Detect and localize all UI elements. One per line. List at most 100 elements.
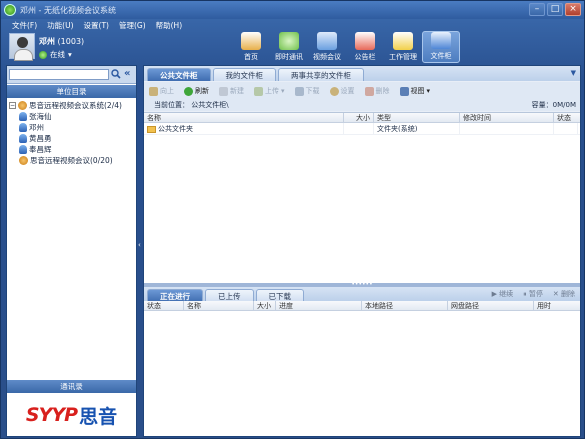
user-panel: 邓州 (1003) 在线 ▾ (9, 33, 149, 63)
col-mtime[interactable]: 修改时间 (460, 113, 554, 122)
user-icon (19, 145, 27, 154)
user-icon (19, 134, 27, 143)
col-tsize[interactable]: 大小 (254, 301, 276, 310)
tree-node-person[interactable]: 奉昌辉 (9, 144, 135, 155)
nav-home[interactable]: 首页 (232, 31, 270, 63)
top-nav: 首页 即时通讯 视频会议 公告栏 工作管理 文件柜 (232, 31, 460, 63)
nav-work-management[interactable]: 工作管理 (384, 31, 422, 63)
download-button[interactable]: 下载 (294, 86, 320, 96)
col-name[interactable]: 名称 (144, 113, 344, 122)
file-cabinet-panel: 公共文件柜 我的文件柜 两事共享的文件柜 ▼ 向上 刷新 新建 上传 ▾ 下载 … (143, 65, 581, 437)
tree-node-org[interactable]: − 思音远程视频会议系统(2/4) (9, 100, 135, 111)
cabinet-tabs: 公共文件柜 我的文件柜 两事共享的文件柜 ▼ (144, 66, 580, 81)
gear-icon (329, 86, 339, 96)
delete-icon (364, 86, 374, 96)
menu-settings[interactable]: 设置(T) (84, 20, 109, 31)
col-progress[interactable]: 进度 (276, 301, 362, 310)
resume-button[interactable]: ▶ 继续 (492, 289, 514, 299)
minimize-button[interactable]: – (529, 3, 545, 16)
chat-icon (279, 32, 299, 50)
collapse-icon[interactable]: « (124, 68, 130, 79)
delete-transfer-button[interactable]: ✕ 删除 (553, 289, 575, 299)
capacity-label: 容量：0M/0M (531, 101, 576, 109)
pause-button[interactable]: ⏸ 暂停 (523, 289, 543, 299)
work-icon (393, 32, 413, 50)
org-icon (18, 101, 27, 110)
current-path: 公共文件柜\ (191, 101, 229, 109)
tab-my-cabinet[interactable]: 我的文件柜 (212, 68, 276, 81)
tree-node-person[interactable]: 邓州 (9, 122, 135, 133)
maximize-button[interactable]: □ (547, 3, 563, 16)
up-button[interactable]: 向上 (149, 86, 174, 96)
upload-button[interactable]: 上传 ▾ (254, 86, 285, 96)
org-icon (19, 156, 28, 165)
view-button[interactable]: 视图 ▾ (399, 86, 430, 96)
window-title: 邓州 - 无纸化视频会议系统 (20, 5, 116, 15)
nav-bulletin[interactable]: 公告栏 (346, 31, 384, 63)
file-toolbar: 向上 刷新 新建 上传 ▾ 下载 设置 删除 视图 ▾ (144, 82, 580, 100)
view-grid-icon (399, 86, 409, 96)
brand-logo: SYYP 思音 (25, 404, 118, 428)
title-bar[interactable]: 邓州 - 无纸化视频会议系统 – □ × (1, 1, 584, 19)
menu-help[interactable]: 帮助(H) (156, 20, 183, 31)
download-icon (294, 86, 304, 96)
user-name: 邓州 (1003) (39, 37, 85, 46)
transfer-list: 状态 名称 大小 进度 本地路径 网盘路径 用时 (144, 301, 580, 436)
refresh-icon (184, 86, 193, 96)
col-local-path[interactable]: 本地路径 (362, 301, 448, 310)
user-icon (19, 112, 27, 121)
table-row[interactable]: 公共文件夹 文件夹(系统) (144, 123, 580, 135)
app-logo-icon (4, 4, 16, 16)
menu-manage[interactable]: 管理(G) (119, 20, 146, 31)
tab-public-cabinet[interactable]: 公共文件柜 (147, 68, 211, 81)
menu-file[interactable]: 文件(F) (12, 20, 37, 31)
home-icon (241, 32, 261, 50)
bulletin-icon (355, 32, 375, 50)
collapse-tabs-icon[interactable]: ▼ (571, 69, 576, 77)
menu-bar: 文件(F) 功能(U) 设置(T) 管理(G) 帮助(H) (1, 19, 584, 31)
search-icon[interactable] (111, 69, 121, 79)
settings-button[interactable]: 设置 (329, 86, 355, 96)
tree-node-person[interactable]: 黄昌勇 (9, 133, 135, 144)
search-input[interactable] (9, 69, 109, 80)
new-button[interactable]: 新建 (219, 86, 244, 96)
status-selector[interactable]: 在线 ▾ (39, 49, 72, 60)
tree-node-org[interactable]: 思音远程视频会议(0/20) (9, 155, 135, 166)
nav-im[interactable]: 即时通讯 (270, 31, 308, 63)
main-window: 邓州 - 无纸化视频会议系统 – □ × 文件(F) 功能(U) 设置(T) 管… (0, 0, 585, 439)
col-elapsed[interactable]: 用时 (534, 301, 578, 310)
folder-icon (147, 125, 156, 133)
new-folder-icon (219, 86, 228, 96)
tab-shared-cabinet[interactable]: 两事共享的文件柜 (278, 68, 364, 81)
video-conference-icon (317, 32, 337, 50)
col-status[interactable]: 状态 (554, 113, 578, 122)
transfer-tabs: 正在进行 已上传 已下载 ▶ 继续 ⏸ 暂停 ✕ 删除 (144, 287, 580, 302)
avatar[interactable] (9, 33, 35, 61)
col-remote-path[interactable]: 网盘路径 (448, 301, 534, 310)
file-cabinet-icon (431, 32, 451, 49)
chevron-down-icon: ▾ (68, 50, 72, 59)
contacts-header[interactable]: 通讯录 (7, 380, 136, 393)
delete-button[interactable]: 删除 (364, 86, 390, 96)
col-size[interactable]: 大小 (344, 113, 374, 122)
transfer-list-header: 状态 名称 大小 进度 本地路径 网盘路径 用时 (144, 301, 580, 311)
nav-video-conference[interactable]: 视频会议 (308, 31, 346, 63)
tree-node-person[interactable]: 张海仙 (9, 111, 135, 122)
col-type[interactable]: 类型 (374, 113, 460, 122)
close-button[interactable]: × (565, 3, 581, 16)
col-tname[interactable]: 名称 (184, 301, 254, 310)
nav-file-cabinet[interactable]: 文件柜 (422, 31, 460, 63)
menu-function[interactable]: 功能(U) (47, 20, 73, 31)
unit-directory-header[interactable]: 单位目录 (7, 85, 136, 98)
file-list: 名称 大小 类型 修改时间 状态 公共文件夹 文件夹(系统) (144, 112, 580, 283)
user-icon (19, 123, 27, 132)
collapse-node-icon[interactable]: − (9, 102, 16, 109)
refresh-button[interactable]: 刷新 (184, 86, 209, 96)
org-tree: − 思音远程视频会议系统(2/4) 张海仙 邓州 黄昌勇 奉昌辉 思音远程视频会议… (9, 100, 135, 166)
status-label: 在线 (50, 50, 65, 59)
file-list-header: 名称 大小 类型 修改时间 状态 (144, 113, 580, 123)
col-tstatus[interactable]: 状态 (144, 301, 184, 310)
transfer-actions: ▶ 继续 ⏸ 暂停 ✕ 删除 (492, 289, 575, 299)
online-status-icon (39, 50, 47, 59)
left-panel: « 单位目录 − 思音远程视频会议系统(2/4) 张海仙 邓州 黄昌勇 奉昌辉 思… (6, 65, 137, 437)
